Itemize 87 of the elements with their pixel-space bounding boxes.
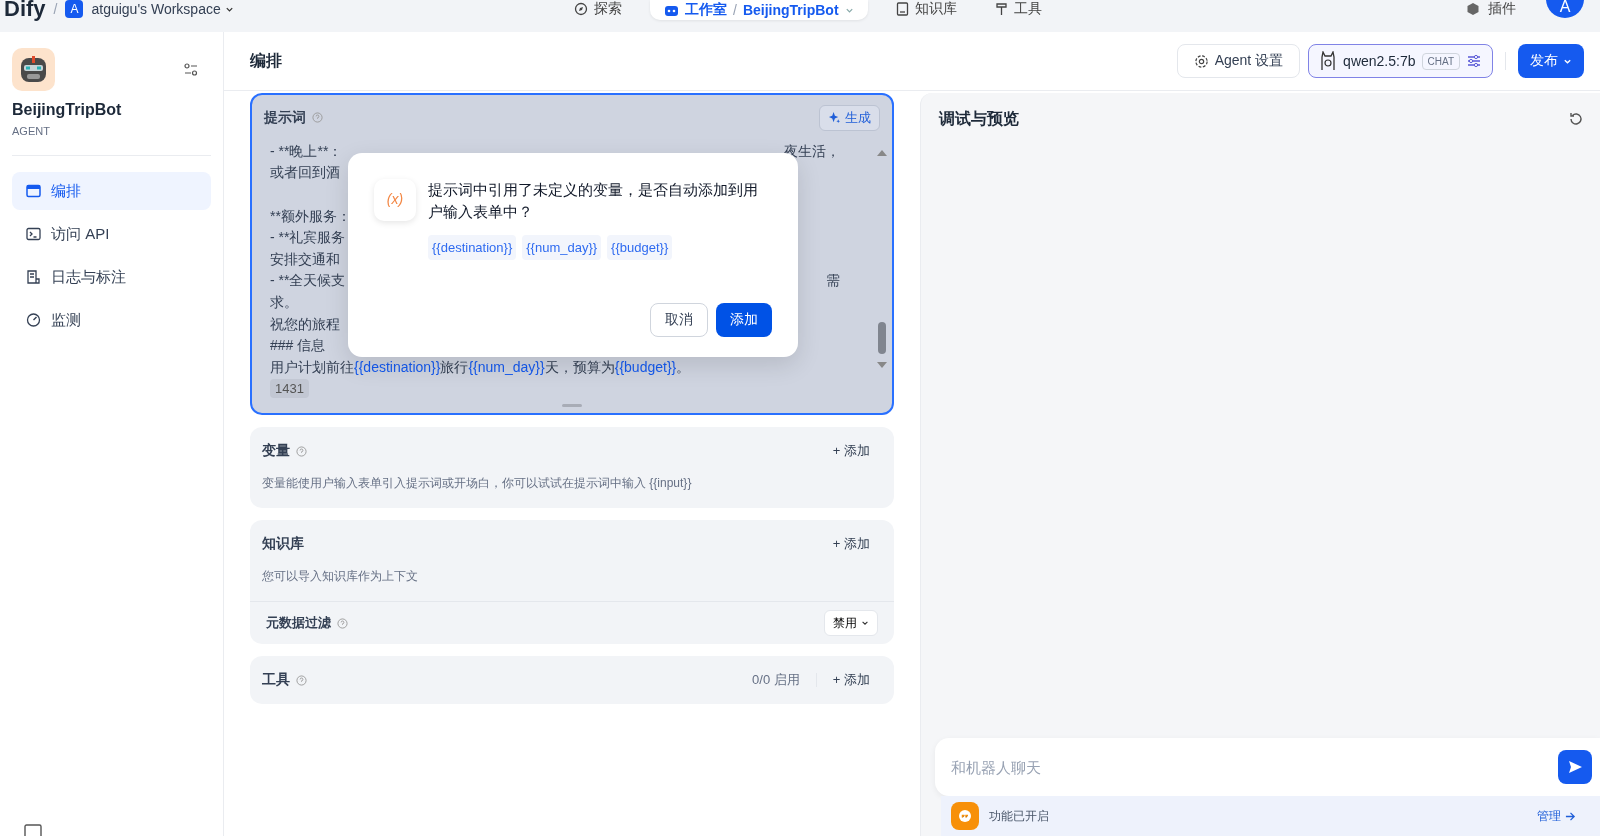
variable-tag: {{budget}} (607, 234, 673, 261)
hammer-icon (994, 2, 1008, 16)
prompt-line: **额外服务： (270, 206, 351, 226)
quote-icon (951, 802, 979, 830)
gauge-icon (26, 313, 41, 327)
document-icon (26, 270, 41, 284)
breadcrumb-separator: / (53, 1, 58, 17)
sidebar-item[interactable]: 访问 API (12, 215, 211, 253)
prompt-line: - **礼宾服务 (270, 228, 346, 248)
scroll-up-icon (877, 148, 887, 156)
user-avatar[interactable]: A (1546, 0, 1584, 18)
settings-icon (1193, 53, 1209, 69)
sparkle-icon (828, 111, 841, 125)
page-title: 编排 (250, 50, 282, 71)
generate-button[interactable]: 生成 (819, 104, 880, 131)
add-button[interactable]: 添加 (716, 302, 772, 337)
chevron-down-icon (861, 619, 869, 627)
dialog-message: 提示词中引用了未定义的变量，是否自动添加到用户输入表单中？ (428, 179, 759, 222)
nav-tab[interactable]: 工作室 / BeijingTripBot (650, 0, 868, 20)
cancel-button[interactable]: 取消 (650, 302, 708, 337)
sidebar-item[interactable]: 编排 (12, 172, 211, 210)
section-title: 工具 (262, 671, 290, 689)
variable-tag: {{destination}} (428, 234, 517, 261)
book-icon (895, 2, 909, 16)
llama-icon (1319, 51, 1338, 71)
help-icon (296, 445, 307, 457)
prompt-line: 或者回到酒 (270, 163, 340, 183)
mode-tag: CHAT (1421, 52, 1460, 70)
app-name: BeijingTripBot (12, 101, 123, 119)
robot-icon (664, 3, 679, 17)
robot-avatar (12, 48, 55, 91)
nav-tab[interactable]: 知识库 (885, 0, 967, 20)
section-title: 变量 (262, 442, 290, 460)
sidebar-item[interactable]: 日志与标注 (12, 258, 211, 296)
arrow-right-icon (1565, 810, 1576, 822)
scroll-down-icon (877, 361, 887, 369)
section-description: 您可以导入知识库作为上下文 (250, 568, 894, 602)
prompt-line: 求。 (270, 293, 298, 313)
send-icon (1567, 759, 1583, 775)
prompt-line: 用户计划前往{{destination}}旅行{{num_day}}天，预算为{{budget}}。 (270, 357, 692, 377)
section-title: 知识库 (262, 535, 304, 553)
prompt-line: 安排交通和 (270, 249, 340, 269)
app-name[interactable]: BeijingTripBot (742, 2, 839, 18)
features-status: 功能已开启 (989, 807, 1049, 825)
send-button[interactable] (1558, 750, 1592, 784)
panel-toggle-icon[interactable] (24, 824, 42, 836)
manage-link[interactable]: 管理 (1537, 807, 1576, 825)
breadcrumb-separator: / (733, 2, 737, 18)
section-description: 变量能使用户输入表单引入提示词或开场白，你可以试试在提示词中输入 {{input}} (261, 475, 693, 492)
prompt-line: 需 (826, 271, 840, 291)
nav-tab[interactable]: 探索 (564, 0, 632, 20)
tools-count: 0/0 启用 (752, 671, 800, 689)
scrollbar-thumb[interactable] (878, 321, 886, 354)
help-icon (337, 617, 348, 629)
sliders-icon (1466, 53, 1482, 69)
terminal-icon (26, 227, 41, 241)
compass-icon (574, 2, 588, 16)
metadata-filter-dropdown[interactable]: 禁用 (824, 610, 878, 636)
prompt-line: - **全天候支 (270, 271, 346, 291)
prompt-line: ### 信息 (270, 336, 326, 356)
variable-tag: {{num_day}} (522, 234, 602, 261)
metadata-filter-label: 元数据过滤 (266, 614, 331, 632)
chat-input[interactable]: 和机器人聊天 (949, 757, 1558, 777)
add-button[interactable]: + 添加 (832, 442, 870, 460)
prompt-line: - **晚上**： (270, 141, 343, 161)
character-count: 1431 (270, 379, 309, 399)
help-icon (296, 674, 307, 686)
model-selector[interactable]: qwen2.5:7b CHAT (1308, 44, 1493, 78)
agent-settings-button[interactable]: Agent 设置 (1176, 44, 1301, 78)
chat-field[interactable]: 和机器人聊天 (935, 738, 1600, 796)
help-icon (312, 112, 323, 124)
plugins-link[interactable]: 插件 (1488, 0, 1516, 18)
nav-tab[interactable]: 工具 (984, 0, 1052, 20)
settings-icon[interactable] (183, 61, 199, 78)
workspace-switcher[interactable]: atguigu's Workspace (91, 1, 234, 17)
app-type: AGENT (12, 125, 51, 137)
sidebar-item[interactable]: 监测 (12, 301, 211, 339)
add-button[interactable]: + 添加 (832, 535, 870, 553)
section-title: 提示词 (264, 108, 306, 127)
window-icon (26, 184, 41, 198)
workspace-avatar: A (65, 0, 84, 18)
prompt-line: 祝您的旅程 (270, 314, 340, 334)
publish-button[interactable]: 发布 (1518, 44, 1584, 78)
refresh-icon[interactable] (1568, 111, 1584, 127)
panel-title: 调试与预览 (939, 108, 1019, 129)
cube-icon (1466, 2, 1480, 16)
add-button[interactable]: + 添加 (832, 671, 870, 689)
